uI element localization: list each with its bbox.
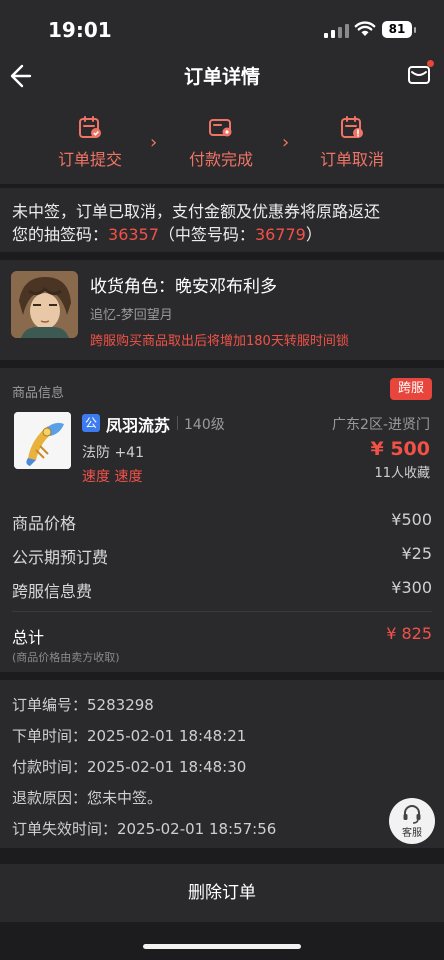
item-price: ¥ 500	[370, 438, 431, 460]
fee-label: 跨服信息费	[12, 582, 93, 601]
order-row-paid: 付款时间：2025-02-01 18:48:30	[12, 756, 246, 777]
page-title: 订单详情	[183, 66, 260, 88]
divider	[12, 611, 432, 612]
unread-dot	[427, 60, 434, 67]
fee-value: ¥300	[391, 578, 432, 597]
server-region: 广东2区-进贤门	[332, 417, 430, 433]
order-value: 2025-02-01 18:48:21	[87, 727, 247, 745]
order-value: 2025-02-01 18:57:56	[117, 820, 277, 838]
delete-order-button[interactable]: 删除订单	[0, 864, 444, 922]
step-label: 订单提交	[57, 150, 122, 169]
step-order-submitted: 订单提交	[35, 114, 145, 170]
fee-row-item-price: 商品价格 ¥500	[12, 510, 432, 534]
order-label: 退款原因：	[12, 789, 88, 807]
role-server: 追忆-梦回望月	[90, 308, 173, 323]
role-name: 收货角色：晚安邓布利多	[90, 277, 277, 297]
order-info-card: 订单编号：5283298 下单时间：2025-02-01 18:48:21 付款…	[0, 680, 444, 848]
lottery-code: 36357	[108, 225, 159, 244]
wallet-icon	[209, 119, 232, 137]
cellular-signal-icon	[324, 24, 349, 38]
fee-label: 公示期预订费	[12, 548, 109, 567]
total-note: (商品价格由卖方收取)	[12, 651, 120, 664]
headset-icon	[403, 805, 421, 824]
wifi-icon	[354, 21, 376, 36]
cross-server-warning: 跨服购买商品取出后将增加180天转服时间锁	[90, 334, 349, 349]
step-label: 订单取消	[319, 150, 384, 169]
step-label: 付款完成	[188, 150, 253, 169]
customer-service-label: 客服	[402, 828, 422, 839]
goods-info-card: 商品信息 跨服 公 凤羽流苏 140级 广东2区-进贤门 法防 +41 ¥ 50…	[0, 368, 444, 672]
order-row-number: 订单编号：5283298	[12, 694, 154, 715]
item-skills: 速度 速度	[82, 469, 143, 485]
total-label: 总计	[12, 628, 45, 647]
fee-value: ¥500	[391, 510, 432, 529]
order-label: 付款时间：	[12, 758, 88, 776]
order-label: 订单失效时间：	[12, 820, 118, 838]
winning-code: 36779	[254, 225, 306, 244]
lottery-code-line: 您的抽签码：36357（中签号码：36779）	[12, 223, 432, 246]
customer-service-button[interactable]: 客服	[389, 798, 435, 844]
order-row-refund-reason: 退款原因：您未中签。	[12, 787, 162, 808]
calendar-alert-icon	[341, 116, 363, 138]
favorite-count: 11人收藏	[374, 466, 430, 481]
order-progress-steps: 订单提交 › 付款完成 › 订单取消	[0, 96, 444, 184]
notice-line: 未中签，订单已取消，支付金额及优惠券将原路返还	[12, 202, 381, 221]
fee-row-reservation: 公示期预订费 ¥25	[12, 544, 432, 568]
calendar-check-icon	[79, 116, 101, 138]
fee-row-cross-server: 跨服信息费 ¥300	[12, 578, 432, 602]
cross-server-tag: 跨服	[389, 378, 432, 400]
item-image[interactable]	[14, 412, 71, 469]
step-order-cancelled: 订单取消	[297, 114, 407, 170]
order-label: 订单编号：	[12, 696, 88, 714]
total-value: ¥ 825	[386, 624, 432, 643]
order-value: 您未中签。	[87, 789, 163, 807]
order-value: 2025-02-01 18:48:30	[87, 758, 247, 776]
fee-value: ¥25	[401, 544, 432, 563]
chevron-right-icon: ›	[282, 132, 290, 153]
nav-bar: 订单详情	[0, 56, 444, 96]
item-level: 140级	[184, 417, 225, 433]
step-payment-completed: 付款完成	[166, 114, 276, 170]
receiving-role-card: 收货角色：晚安邓布利多 追忆-梦回望月 跨服购买商品取出后将增加180天转服时间…	[0, 260, 444, 360]
item-attribute: 法防 +41	[82, 445, 144, 461]
public-badge: 公	[82, 414, 100, 432]
divider	[177, 416, 178, 430]
status-time: 19:01	[48, 18, 112, 42]
order-row-created: 下单时间：2025-02-01 18:48:21	[12, 725, 246, 746]
fee-label: 商品价格	[12, 514, 77, 533]
lottery-result-notice: 未中签，订单已取消，支付金额及优惠券将原路返还 您的抽签码：36357（中签号码…	[0, 188, 444, 252]
winning-code-suffix: ）	[305, 225, 322, 244]
home-indicator[interactable]	[143, 944, 301, 949]
winning-code-prefix: （中签号码：	[158, 225, 255, 244]
lottery-code-label: 您的抽签码：	[12, 225, 109, 244]
goods-section-title: 商品信息	[12, 386, 65, 401]
role-avatar	[11, 271, 78, 338]
status-bar: 19:01 81	[0, 0, 444, 56]
order-value[interactable]: 5283298	[87, 696, 154, 714]
order-row-expired: 订单失效时间：2025-02-01 18:57:56	[12, 818, 276, 839]
order-label: 下单时间：	[12, 727, 88, 745]
item-name[interactable]: 凤羽流苏	[106, 412, 170, 436]
battery-icon: 81	[382, 21, 416, 38]
chevron-right-icon: ›	[150, 132, 158, 153]
